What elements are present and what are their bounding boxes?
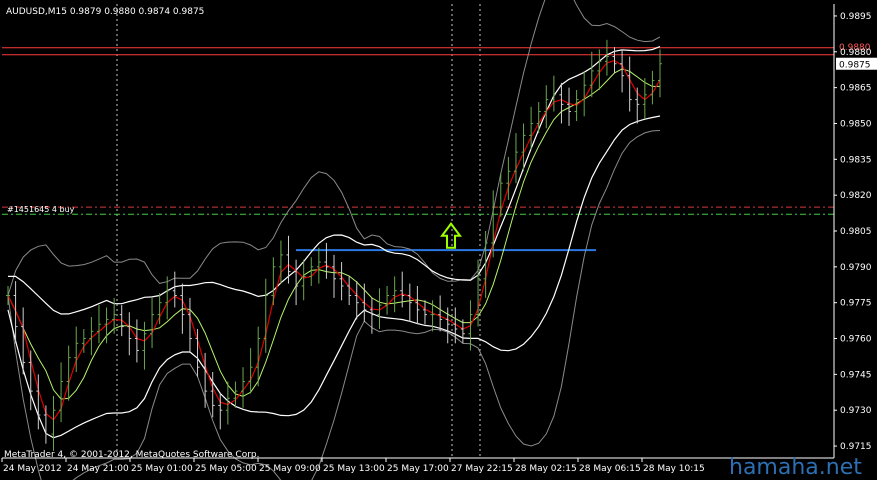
y-tick-label: 0.9805 — [840, 227, 872, 237]
current-price-text: 0.9875 — [839, 61, 871, 71]
y-tick-label: 0.9790 — [840, 263, 872, 273]
y-tick-label: 0.9745 — [840, 370, 872, 380]
y-tick-label: 0.9850 — [840, 119, 872, 129]
y-tick-label: 0.9775 — [840, 299, 872, 309]
trading-chart: 0.98750.9880 0.98950.98800.98650.98500.9… — [0, 0, 877, 480]
y-tick-label: 0.9730 — [840, 406, 872, 416]
x-tick-label: 27 May 22:15 — [451, 464, 513, 474]
x-tick-label: 28 May 06:15 — [579, 464, 641, 474]
x-tick-label: 28 May 10:15 — [643, 464, 705, 474]
x-tick-label: 25 May 17:00 — [387, 464, 449, 474]
y-tick-label: 0.9895 — [840, 12, 872, 22]
x-tick-label: 25 May 09:00 — [259, 464, 321, 474]
credit-text: MetaTrader 4, © 2001-2012, MetaQuotes So… — [4, 450, 260, 460]
y-tick-label: 0.9715 — [840, 442, 872, 452]
y-tick-label: 0.9865 — [840, 84, 872, 94]
x-tick-label: 25 May 01:00 — [131, 464, 193, 474]
x-tick-label: 24 May 21:00 — [67, 464, 129, 474]
y-tick-label: 0.9820 — [840, 191, 872, 201]
y-tick-label: 0.9760 — [840, 335, 872, 345]
x-tick-label: 28 May 02:15 — [515, 464, 577, 474]
y-tick-label: 0.9835 — [840, 155, 872, 165]
x-tick-label: 25 May 05:00 — [195, 464, 257, 474]
chart-background — [0, 0, 877, 480]
watermark: hamaha.net — [729, 455, 862, 480]
x-tick-label: 24 May 2012 — [3, 464, 62, 474]
x-tick-label: 25 May 13:00 — [323, 464, 385, 474]
y-tick-label: 0.9880 — [840, 48, 872, 58]
chart-title: AUDUSD,M15 0.9879 0.9880 0.9874 0.9875 — [6, 7, 204, 17]
order-label: #1451645 4 buy — [7, 205, 75, 214]
